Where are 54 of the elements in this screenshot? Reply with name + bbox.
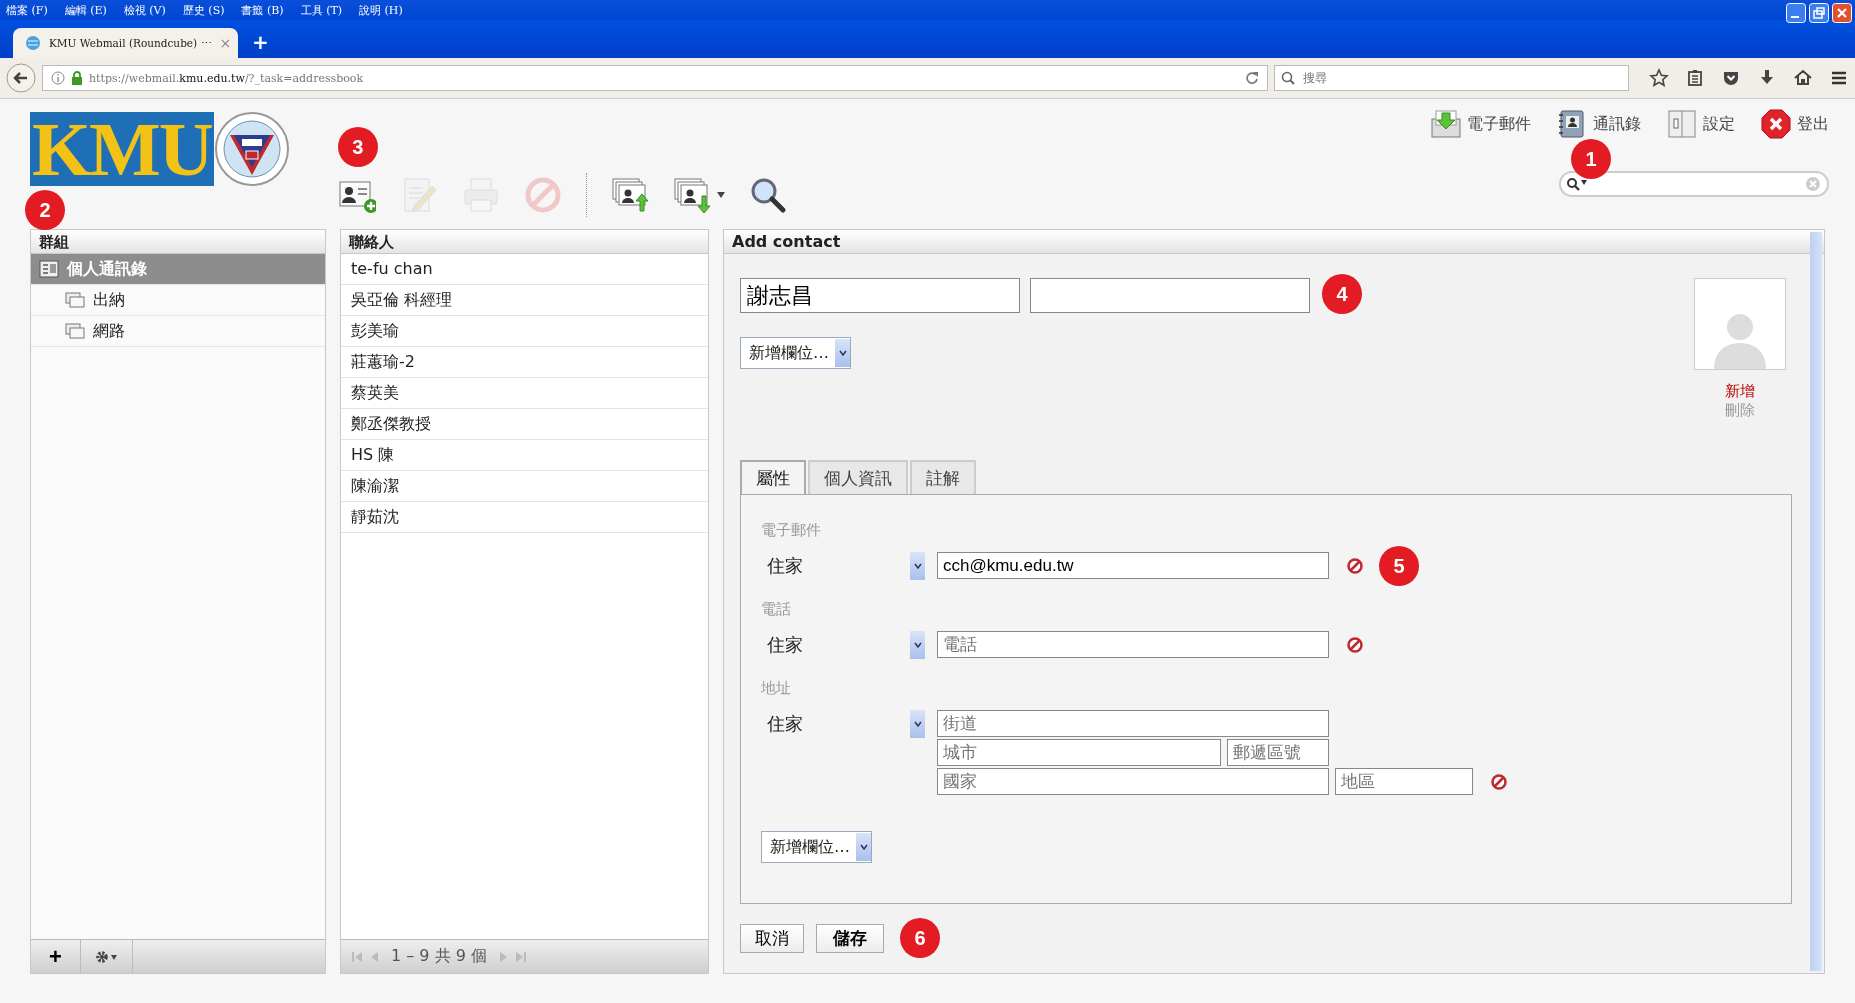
callout-number: 5 (1379, 546, 1419, 586)
group-item[interactable]: 出納 (31, 285, 325, 316)
menu-item[interactable]: 編輯 (E) (64, 2, 107, 18)
page-count: 1 – 9 共 9 個 (391, 946, 487, 967)
menu-item[interactable]: 歷史 (S) (182, 2, 225, 18)
url-text: https://webmail.kmu.edu.tw/?_task=addressbook (89, 71, 364, 85)
callout-number: 2 (25, 190, 65, 230)
nav-link[interactable]: 電子郵件 (1467, 113, 1531, 135)
add-field-dropdown[interactable]: 新增欄位… (740, 337, 851, 369)
search-input[interactable]: 搜尋 (1301, 70, 1622, 86)
callout-number: 6 (900, 918, 940, 958)
tab-title: KMU Webmail (Roundcube) ⋯ (49, 37, 212, 49)
search-field[interactable]: 搜尋 (1274, 65, 1629, 91)
menu-item[interactable]: 書籤 (B) (241, 2, 284, 18)
save-button[interactable]: 儲存 (816, 924, 884, 953)
name-field[interactable]: 謝志昌 (740, 278, 1020, 313)
menu-item[interactable]: 工具 (T) (300, 2, 343, 18)
panel-header: Add contact (724, 230, 1824, 254)
callout-number: 1 (1571, 139, 1611, 179)
logo: KMU (30, 112, 214, 186)
group-item[interactable]: 網路 (31, 316, 325, 347)
input-field[interactable]: 城市 (937, 739, 1221, 766)
nav-link[interactable]: 登出 (1797, 113, 1829, 135)
input-field[interactable]: 街道 (937, 710, 1329, 737)
type-label: 住家 (766, 554, 804, 578)
tab[interactable]: 個人資訊 (808, 460, 908, 494)
type-label: 住家 (766, 633, 804, 657)
input-field[interactable]: 郵遞區號 (1227, 739, 1329, 766)
callout-number: 3 (337, 127, 378, 167)
input-field[interactable]: 地區 (1335, 768, 1473, 795)
menu-item[interactable]: 說明 (H) (359, 2, 403, 18)
callout-number: 4 (1322, 274, 1362, 314)
input-field[interactable]: 國家 (937, 768, 1329, 795)
menu-item[interactable]: 檔案 (F) (6, 2, 48, 18)
section-label: 電子郵件 (761, 521, 822, 540)
section-label: 電話 (761, 600, 792, 619)
type-label: 住家 (766, 712, 804, 736)
panel-header: 群組 (31, 230, 325, 254)
photo-link[interactable]: 新增 (1725, 382, 1755, 401)
tab[interactable]: 註解 (910, 460, 976, 494)
section-label: 地址 (761, 679, 792, 698)
cancel-button[interactable]: 取消 (740, 924, 804, 953)
add-group-button[interactable]: + (31, 940, 81, 973)
new-tab-button[interactable]: + (252, 30, 269, 54)
panel-header: 聯絡人 (341, 230, 708, 254)
input-field[interactable]: 電話 (937, 631, 1329, 658)
tab[interactable]: 屬性 (740, 460, 806, 494)
add-field-dropdown[interactable]: 新增欄位… (761, 831, 872, 863)
browser-tab[interactable]: KMU Webmail (Roundcube) ⋯ × (13, 28, 238, 58)
menu-item[interactable]: 檢視 (V) (123, 2, 166, 18)
input-field[interactable]: cch@kmu.edu.tw (937, 552, 1329, 579)
address-bar[interactable]: https://webmail.kmu.edu.tw/?_task=addressbook (42, 65, 1268, 91)
nav-link[interactable]: 通訊錄 (1593, 113, 1641, 135)
nav-link[interactable]: 設定 (1703, 113, 1735, 135)
